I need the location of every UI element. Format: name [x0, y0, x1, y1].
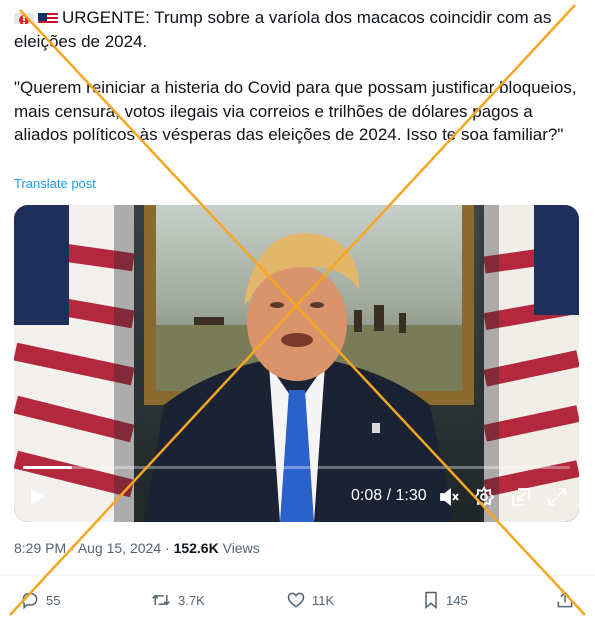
translate-post-link[interactable]: Translate post — [14, 176, 96, 191]
flag-alert-icon — [14, 10, 34, 24]
divider — [0, 575, 595, 576]
video-progress-fill — [23, 466, 72, 469]
settings-icon[interactable] — [473, 486, 495, 508]
tweet-line1: URGENTE: Trump sobre a varíola dos macac… — [14, 8, 557, 51]
video-player[interactable]: 0:08 / 1:30 — [14, 205, 579, 522]
like-button[interactable]: 11K — [286, 588, 334, 612]
bookmark-count: 145 — [446, 592, 468, 608]
video-progress-bar[interactable] — [23, 466, 570, 469]
reply-icon — [22, 592, 38, 610]
repost-button[interactable]: 3.7K — [150, 588, 205, 612]
reply-button[interactable]: 55 — [20, 588, 60, 612]
video-controls: 0:08 / 1:30 — [14, 462, 579, 522]
heart-icon — [287, 592, 305, 608]
tweet-quote: "Querem reiniciar a histeria do Covid pa… — [14, 78, 582, 144]
video-time-separator: / — [382, 487, 396, 504]
us-flag-icon — [38, 10, 58, 24]
tweet-time[interactable]: 8:29 PM — [14, 540, 66, 556]
share-button[interactable] — [555, 588, 575, 612]
tweet-card: URGENTE: Trump sobre a varíola dos macac… — [0, 0, 595, 618]
like-count: 11K — [312, 592, 335, 608]
video-time-readout: 0:08 / 1:30 — [351, 487, 427, 505]
share-icon — [557, 591, 573, 608]
views-label: Views — [218, 540, 260, 556]
tweet-body: URGENTE: Trump sobre a varíola dos macac… — [14, 6, 584, 147]
video-duration: 1:30 — [395, 487, 427, 504]
repost-count: 3.7K — [178, 592, 205, 608]
pip-icon[interactable] — [510, 486, 532, 508]
mute-icon[interactable] — [438, 486, 460, 508]
meta-separator: · — [161, 540, 174, 556]
play-icon[interactable] — [26, 486, 48, 508]
fullscreen-icon[interactable] — [546, 486, 568, 508]
bookmark-icon — [425, 591, 437, 610]
tweet-date[interactable]: Aug 15, 2024 — [78, 540, 161, 556]
video-current-time: 0:08 — [351, 487, 383, 504]
bookmark-button[interactable]: 145 — [422, 588, 468, 612]
tweet-headline: URGENTE: Trump sobre a varíola dos macac… — [14, 6, 584, 53]
views-count: 152.6K — [173, 540, 219, 556]
repost-icon — [152, 594, 170, 606]
reply-count: 55 — [46, 592, 61, 608]
meta-separator: · — [66, 540, 78, 556]
tweet-meta: 8:29 PM · Aug 15, 2024 · 152.6K Views — [14, 540, 260, 556]
